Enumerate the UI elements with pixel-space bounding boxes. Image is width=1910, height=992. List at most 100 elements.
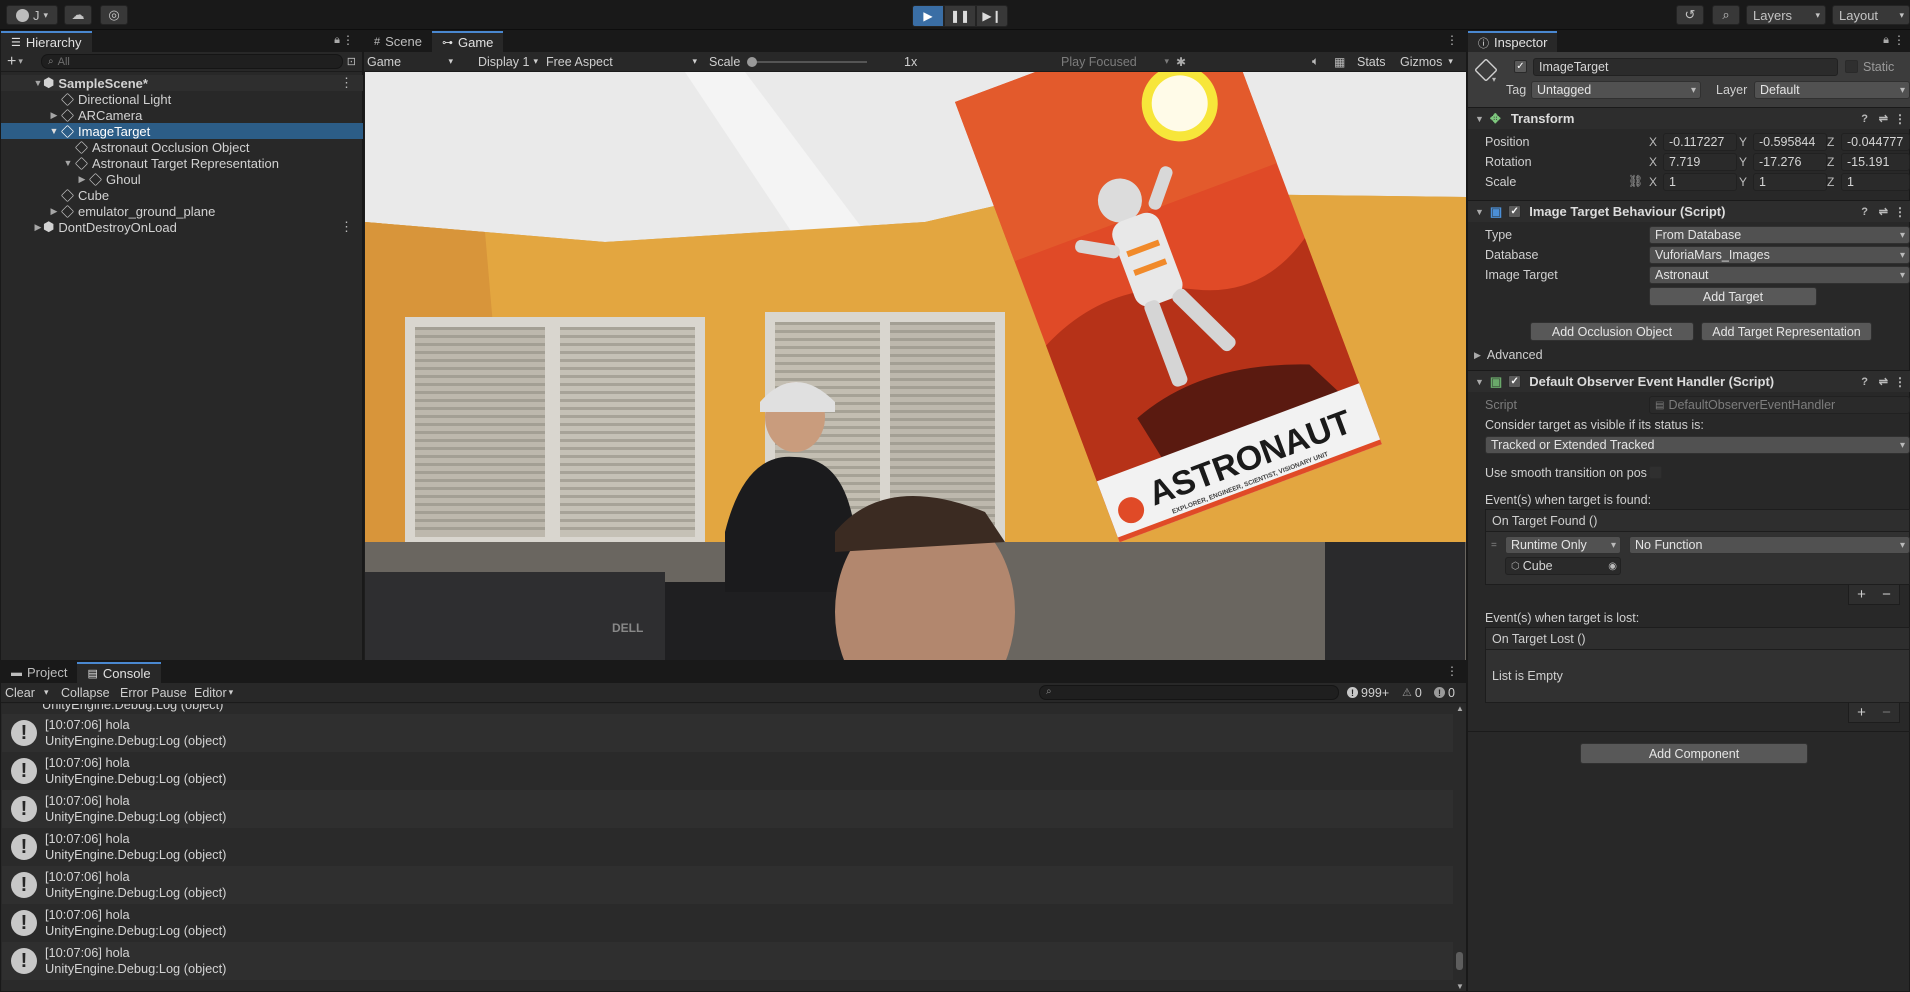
component-enabled-checkbox[interactable]: ✓ <box>1508 375 1522 388</box>
scale-x-field[interactable]: 1 <box>1663 173 1737 191</box>
kebab-menu-icon[interactable]: ⋮ <box>342 33 354 47</box>
database-dropdown[interactable]: VuforiaMars_Images <box>1649 246 1910 264</box>
object-picker-icon[interactable]: ◉ <box>1608 561 1617 572</box>
search-button[interactable]: ⌕ <box>1712 5 1740 25</box>
collapse-button[interactable]: Collapse <box>61 686 110 700</box>
kebab-menu-icon[interactable]: ⋮ <box>340 75 353 91</box>
add-icon[interactable]: + <box>7 53 16 71</box>
add-occlusion-object-button[interactable]: Add Occlusion Object <box>1530 322 1694 341</box>
rotation-x-field[interactable]: 7.719 <box>1663 153 1737 171</box>
kebab-menu-icon[interactable]: ⋮ <box>1894 112 1906 126</box>
error-count-toggle[interactable]: ! 0 <box>1434 686 1455 700</box>
editor-dropdown[interactable]: Editor ▾ <box>194 686 233 700</box>
scale-slider-thumb[interactable] <box>747 57 757 67</box>
tab-game[interactable]: ⊶ Game <box>432 31 504 52</box>
axis-y-label[interactable]: Y <box>1739 155 1747 169</box>
account-dropdown[interactable]: J ▾ <box>6 5 58 25</box>
hierarchy-item-directional-light[interactable]: Directional Light <box>1 91 363 107</box>
grid-icon[interactable]: ▦ <box>1334 55 1345 69</box>
scene-row[interactable]: ▼ ⬢ SampleScene* ⋮ <box>1 75 363 91</box>
error-pause-button[interactable]: Error Pause <box>120 686 187 700</box>
hierarchy-item-cube[interactable]: Cube <box>1 187 363 203</box>
drag-handle-icon[interactable]: = <box>1491 540 1497 551</box>
chevron-down-icon[interactable]: ▾ <box>18 56 23 67</box>
kebab-menu-icon[interactable]: ⋮ <box>1446 33 1458 47</box>
log-entry[interactable]: ! [10:07:06] hola UnityEngine.Debug:Log (o… <box>2 942 1453 980</box>
hierarchy-item-astronaut-representation[interactable]: ▼ Astronaut Target Representation <box>1 155 363 171</box>
layout-dropdown[interactable]: Layout ▾ <box>1832 5 1910 25</box>
scroll-down-icon[interactable]: ▼ <box>1456 982 1464 991</box>
game-mode-dropdown[interactable]: Game ▾ <box>367 55 457 69</box>
lock-icon[interactable]: 🔒︎ <box>334 34 340 47</box>
kebab-menu-icon[interactable]: ⋮ <box>340 219 353 235</box>
link-icon[interactable]: ⛓ <box>1628 174 1643 188</box>
layers-dropdown[interactable]: Layers ▾ <box>1746 5 1826 25</box>
add-target-representation-button[interactable]: Add Target Representation <box>1701 322 1872 341</box>
axis-z-label[interactable]: Z <box>1827 155 1834 169</box>
help-icon[interactable]: ? <box>1861 376 1868 388</box>
object-reference-field[interactable]: ⬡ Cube ◉ <box>1505 557 1621 575</box>
runtime-dropdown[interactable]: Runtime Only <box>1505 536 1621 554</box>
console-scrollbar[interactable]: ▲ ▼ <box>1453 704 1466 991</box>
scale-y-field[interactable]: 1 <box>1753 173 1827 191</box>
axis-z-label[interactable]: Z <box>1827 135 1834 149</box>
tab-scene[interactable]: # Scene <box>364 31 432 52</box>
tab-console[interactable]: ▤ Console <box>77 662 161 683</box>
scene-search-icon[interactable]: ⊡ <box>347 55 356 68</box>
help-icon[interactable]: ? <box>1861 113 1868 125</box>
gizmos-dropdown[interactable]: Gizmos ▾ <box>1400 55 1453 69</box>
remove-icon[interactable]: − <box>1882 704 1891 721</box>
transform-header[interactable]: ▼ ✥ Transform ? ⇌ ⋮ <box>1468 107 1910 129</box>
add-component-button[interactable]: Add Component <box>1580 743 1808 764</box>
scale-slider-track[interactable] <box>747 57 867 67</box>
log-entry[interactable]: ! [10:07:06] hola UnityEngine.Debug:Log (o… <box>2 904 1453 942</box>
position-z-field[interactable]: -0.044777 <box>1841 133 1910 151</box>
tab-inspector[interactable]: ⓘ Inspector <box>1468 31 1558 52</box>
log-entry[interactable]: ! [10:07:06] hola UnityEngine.Debug:Log (o… <box>2 714 1453 752</box>
component-enabled-checkbox[interactable]: ✓ <box>1508 205 1522 218</box>
observer-handler-header[interactable]: ▼ ▣ ✓ Default Observer Event Handler (Sc… <box>1468 370 1910 392</box>
console-search-input[interactable]: ⌕ <box>1039 685 1339 700</box>
chevron-down-icon[interactable]: ▾ <box>44 687 49 698</box>
help-icon[interactable]: ? <box>1861 206 1868 218</box>
scale-z-field[interactable]: 1 <box>1841 173 1910 191</box>
static-checkbox[interactable] <box>1845 60 1858 73</box>
hierarchy-item-ghoul[interactable]: ▶ Ghoul <box>1 171 363 187</box>
axis-x-label[interactable]: X <box>1649 135 1657 149</box>
hierarchy-item-arcamera[interactable]: ▶ ARCamera <box>1 107 363 123</box>
object-name-field[interactable]: ImageTarget <box>1533 58 1838 76</box>
play-focused-dropdown[interactable]: Play Focused ▾ <box>1061 55 1171 69</box>
kebab-menu-icon[interactable]: ⋮ <box>1446 664 1458 678</box>
cloud-button[interactable]: ☁ <box>64 5 92 25</box>
scroll-up-icon[interactable]: ▲ <box>1456 704 1464 713</box>
axis-x-label[interactable]: X <box>1649 175 1657 189</box>
hierarchy-search-input[interactable]: ⌕ All <box>41 54 343 69</box>
clear-button[interactable]: Clear <box>5 686 35 700</box>
stats-button[interactable]: Stats <box>1357 55 1386 69</box>
warning-count-toggle[interactable]: ⚠ 0 <box>1402 686 1422 700</box>
add-icon[interactable]: + <box>1857 704 1866 721</box>
remove-icon[interactable]: − <box>1882 586 1891 603</box>
add-icon[interactable]: + <box>1857 586 1866 603</box>
position-x-field[interactable]: -0.117227 <box>1663 133 1737 151</box>
active-checkbox[interactable]: ✓ <box>1514 60 1527 73</box>
history-button[interactable]: ↺ <box>1676 5 1704 25</box>
smooth-transition-checkbox[interactable] <box>1649 466 1662 479</box>
play-button[interactable]: ▶ <box>912 5 944 27</box>
image-target-dropdown[interactable]: Astronaut <box>1649 266 1910 284</box>
audio-icon[interactable]: 🔈︎ <box>1312 54 1319 69</box>
kebab-menu-icon[interactable]: ⋮ <box>1893 33 1905 47</box>
log-entry[interactable]: ! [10:07:06] hola UnityEngine.Debug:Log (o… <box>2 866 1453 904</box>
hierarchy-item-imagetarget[interactable]: ▼ ImageTarget <box>1 123 363 139</box>
preset-icon[interactable]: ⇌ <box>1879 205 1888 218</box>
game-viewport[interactable]: DELL ASTRONAUT EXPLORER, ENGINEER, SCIEN… <box>365 72 1466 660</box>
axis-x-label[interactable]: X <box>1649 155 1657 169</box>
kebab-menu-icon[interactable]: ⋮ <box>1894 205 1906 219</box>
display-dropdown[interactable]: Display 1 ▾ <box>464 55 540 69</box>
rotation-z-field[interactable]: -15.191 <box>1841 153 1910 171</box>
lock-icon[interactable]: 🔒︎ <box>1883 34 1889 47</box>
advanced-foldout[interactable]: ▶ Advanced <box>1474 348 1543 362</box>
axis-y-label[interactable]: Y <box>1739 135 1747 149</box>
log-entry[interactable]: ! [10:07:06] hola UnityEngine.Debug:Log (o… <box>2 752 1453 790</box>
axis-y-label[interactable]: Y <box>1739 175 1747 189</box>
